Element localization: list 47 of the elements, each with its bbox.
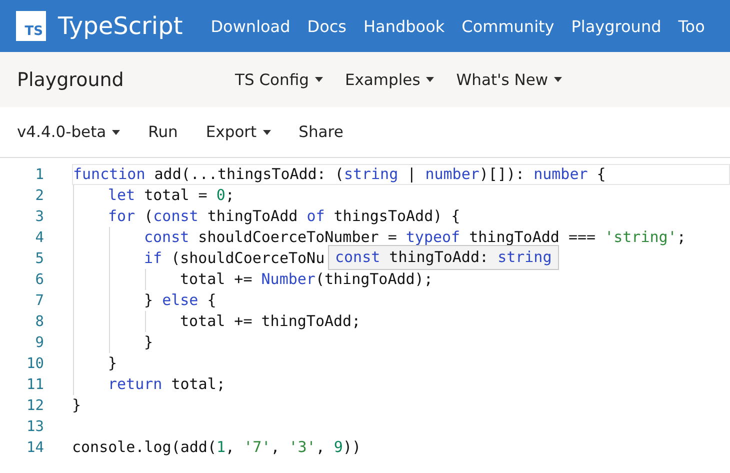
caret-icon	[554, 77, 562, 82]
menu-button[interactable]: TS Config	[235, 70, 323, 88]
line-number: 3	[34, 208, 44, 224]
nav-link[interactable]: Too	[678, 16, 705, 36]
code-line: if (shouldCoerceToNu	[144, 248, 325, 269]
caret-icon	[314, 77, 323, 82]
line-number: 12	[26, 398, 44, 414]
nav-link[interactable]: Download	[210, 16, 290, 36]
type-tooltip: const thingToAdd: string	[328, 245, 559, 270]
code-line: } else {	[144, 290, 216, 311]
caret-icon	[426, 77, 434, 82]
line-number: 7	[34, 292, 44, 308]
line-number: 14	[26, 440, 44, 456]
code-line: console.log(add(1, '7', '3', 9))	[72, 437, 361, 458]
line-number: 4	[34, 230, 44, 246]
brand-link[interactable]: TypeScript	[58, 12, 183, 40]
nav-link[interactable]: Docs	[307, 16, 347, 36]
page-title: Playground	[17, 68, 125, 90]
line-number: 10	[26, 356, 44, 372]
nav-link[interactable]: Community	[462, 16, 554, 36]
code-line: function add(...thingsToAdd: (string | number)[]): number {	[73, 165, 606, 184]
toolbar-button[interactable]: v4.4.0-beta	[17, 123, 120, 141]
code-line: }	[72, 395, 82, 416]
line-number: 8	[34, 314, 44, 330]
menu-button[interactable]: What's New	[456, 70, 562, 88]
code-line: }	[108, 353, 118, 374]
typescript-logo[interactable]: TS	[16, 11, 46, 41]
code-line: const shouldCoerceToNumber = typeof thingToAdd === 'string';	[144, 227, 686, 248]
line-number: 9	[34, 334, 44, 350]
menu-button[interactable]: Examples	[344, 70, 434, 88]
code-line: return total;	[108, 374, 226, 395]
line-number: 6	[34, 272, 44, 288]
toolbar-button[interactable]: Run	[148, 123, 178, 141]
line-number: 1	[34, 166, 44, 182]
line-number: 13	[26, 418, 44, 434]
line-number: 11	[26, 376, 44, 392]
nav-link[interactable]: Handbook	[364, 16, 445, 36]
code-line: let total = 0;	[108, 185, 234, 206]
toolbar-button[interactable]: Export	[206, 123, 271, 141]
code-line: total += thingToAdd;	[180, 311, 361, 332]
code-line: }	[144, 332, 154, 353]
line-number: 2	[34, 188, 44, 204]
nav-link[interactable]: Playground	[571, 16, 662, 36]
line-number: 5	[34, 250, 44, 266]
toolbar-button[interactable]: Share	[298, 123, 344, 141]
code-line: total += Number(thingToAdd);	[180, 269, 433, 290]
code-line: for (const thingToAdd of thingsToAdd) {	[108, 206, 460, 227]
